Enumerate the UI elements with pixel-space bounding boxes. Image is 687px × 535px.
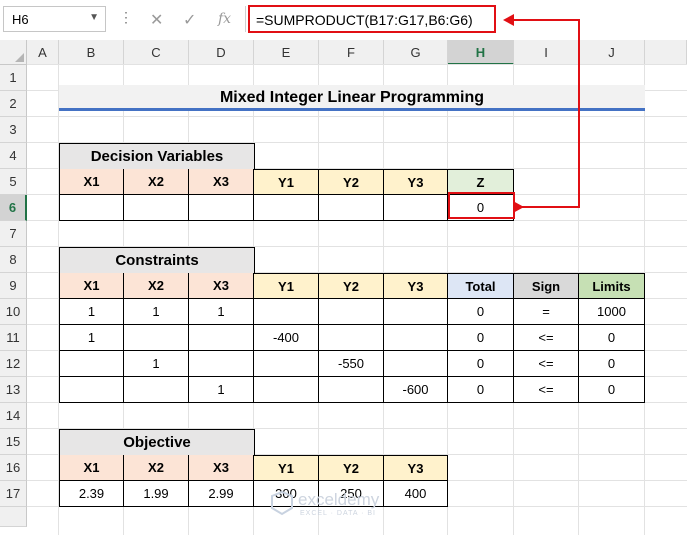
- watermark-name: exceldemy: [298, 490, 380, 509]
- watermark-tagline: EXCEL · DATA · BI: [300, 510, 376, 517]
- annotation-arrow: [503, 14, 580, 213]
- watermark: exceldemy EXCEL · DATA · BI: [268, 490, 418, 520]
